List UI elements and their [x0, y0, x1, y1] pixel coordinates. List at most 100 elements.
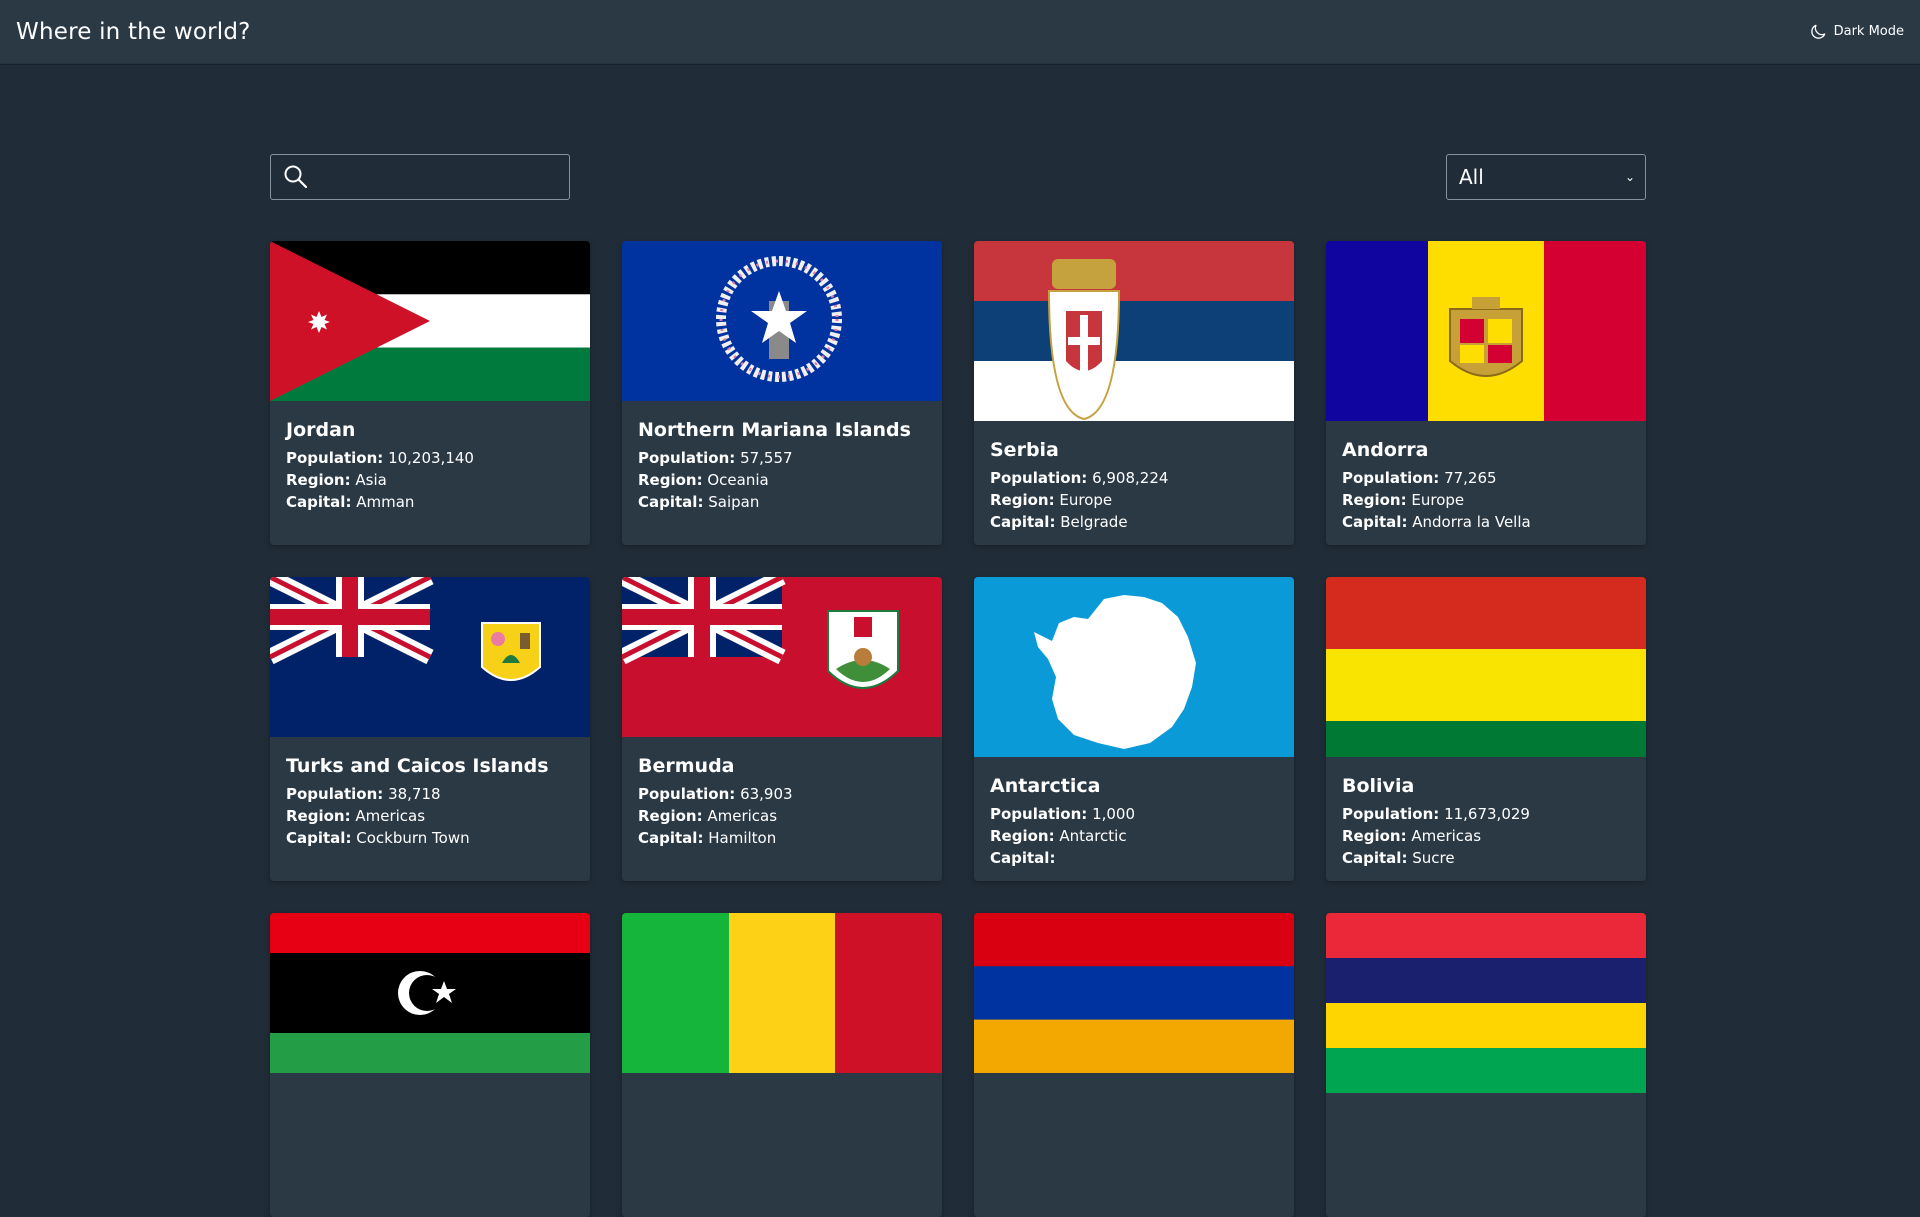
country-card[interactable]: [622, 913, 942, 1217]
capital-value: Saipan: [708, 493, 760, 511]
bolivia-flag-image: [1326, 577, 1646, 757]
capital-row: Capital: Saipan: [638, 491, 926, 513]
country-card[interactable]: Serbia Population: 6,908,224 Region: Eur…: [974, 241, 1294, 545]
population-value: 10,203,140: [388, 449, 474, 467]
top-bar: Where in the world? Dark Mode: [0, 0, 1920, 64]
capital-value: Cockburn Town: [356, 829, 470, 847]
app-title: Where in the world?: [16, 18, 251, 45]
population-row: Population: 11,673,029: [1342, 803, 1630, 825]
country-card[interactable]: [974, 913, 1294, 1217]
country-name: Bolivia: [1342, 775, 1415, 797]
region-row: Region: Antarctic: [990, 825, 1278, 847]
region-row: Region: Asia: [286, 469, 574, 491]
population-row: Population: 1,000: [990, 803, 1278, 825]
antarctica-flag-image: [974, 577, 1294, 757]
capital-label: Capital:: [286, 493, 352, 511]
region-label: Region:: [1342, 827, 1407, 845]
population-row: Population: 38,718: [286, 783, 574, 805]
moon-icon: [1810, 24, 1825, 39]
capital-row: Capital: Hamilton: [638, 827, 926, 849]
population-value: 38,718: [388, 785, 441, 803]
country-name: Serbia: [990, 439, 1059, 461]
capital-value: Hamilton: [708, 829, 777, 847]
mauritius-flag-image: [1326, 913, 1646, 1093]
population-value: 77,265: [1444, 469, 1497, 487]
mali-flag-image: [622, 913, 942, 1073]
jordan-flag-image: [270, 241, 590, 401]
country-card[interactable]: Northern Mariana Islands Population: 57,…: [622, 241, 942, 545]
region-label: Region:: [638, 471, 703, 489]
population-label: Population:: [1342, 805, 1440, 823]
region-row: Region: Europe: [990, 489, 1278, 511]
region-label: Region:: [1342, 491, 1407, 509]
capital-label: Capital:: [638, 829, 704, 847]
population-label: Population:: [1342, 469, 1440, 487]
capital-value: Amman: [356, 493, 415, 511]
capital-value: Sucre: [1412, 849, 1455, 867]
region-filter-select[interactable]: All ⌄: [1446, 154, 1646, 200]
northern-mariana-islands-flag-image: [622, 241, 942, 401]
population-row: Population: 77,265: [1342, 467, 1630, 489]
population-row: Population: 63,903: [638, 783, 926, 805]
region-label: Region:: [638, 807, 703, 825]
search-box[interactable]: [270, 154, 570, 200]
controls-bar: All ⌄: [270, 154, 1646, 200]
region-value: Oceania: [707, 471, 769, 489]
country-card[interactable]: [270, 913, 590, 1217]
region-label: Region:: [990, 491, 1055, 509]
region-row: Region: Americas: [1342, 825, 1630, 847]
capital-row: Capital: Sucre: [1342, 847, 1630, 869]
population-label: Population:: [990, 469, 1088, 487]
country-card[interactable]: Antarctica Population: 1,000 Region: Ant…: [974, 577, 1294, 881]
country-card[interactable]: Jordan Population: 10,203,140 Region: As…: [270, 241, 590, 545]
population-label: Population:: [286, 449, 384, 467]
serbia-flag-image: [974, 241, 1294, 421]
capital-row: Capital:: [990, 847, 1278, 869]
country-card[interactable]: Bermuda Population: 63,903 Region: Ameri…: [622, 577, 942, 881]
country-card[interactable]: Bolivia Population: 11,673,029 Region: A…: [1326, 577, 1646, 881]
turks-and-caicos-islands-flag-image: [270, 577, 590, 737]
population-label: Population:: [638, 449, 736, 467]
population-value: 6,908,224: [1092, 469, 1169, 487]
capital-label: Capital:: [638, 493, 704, 511]
dark-mode-label: Dark Mode: [1833, 24, 1904, 39]
country-card[interactable]: [1326, 913, 1646, 1217]
capital-row: Capital: Amman: [286, 491, 574, 513]
region-value: Americas: [355, 807, 426, 825]
bermuda-flag-image: [622, 577, 942, 737]
region-row: Region: Europe: [1342, 489, 1630, 511]
region-value: Asia: [355, 471, 387, 489]
region-label: Region:: [286, 471, 351, 489]
country-card[interactable]: Turks and Caicos Islands Population: 38,…: [270, 577, 590, 881]
libya-flag-image: [270, 913, 590, 1073]
country-name: Jordan: [286, 419, 356, 441]
population-row: Population: 6,908,224: [990, 467, 1278, 489]
population-value: 63,903: [740, 785, 793, 803]
search-input[interactable]: [317, 165, 557, 189]
region-row: Region: Oceania: [638, 469, 926, 491]
capital-label: Capital:: [990, 513, 1056, 531]
capital-row: Capital: Cockburn Town: [286, 827, 574, 849]
dark-mode-toggle[interactable]: Dark Mode: [1808, 22, 1904, 42]
country-card[interactable]: Andorra Population: 77,265 Region: Europ…: [1326, 241, 1646, 545]
country-name: Bermuda: [638, 755, 735, 777]
armenia-flag-image: [974, 913, 1294, 1073]
country-name: Northern Mariana Islands: [638, 419, 911, 441]
country-name: Turks and Caicos Islands: [286, 755, 549, 777]
region-value: Americas: [1411, 827, 1482, 845]
chevron-down-icon: ⌄: [1624, 170, 1635, 184]
population-value: 57,557: [740, 449, 793, 467]
region-value: Europe: [1411, 491, 1465, 509]
region-label: Region:: [286, 807, 351, 825]
population-label: Population:: [286, 785, 384, 803]
population-value: 1,000: [1092, 805, 1136, 823]
capital-label: Capital:: [990, 849, 1056, 867]
region-value: Americas: [707, 807, 778, 825]
population-row: Population: 57,557: [638, 447, 926, 469]
country-grid: Jordan Population: 10,203,140 Region: As…: [270, 241, 1646, 1217]
search-icon: [284, 165, 308, 189]
capital-label: Capital:: [286, 829, 352, 847]
capital-label: Capital:: [1342, 849, 1408, 867]
population-value: 11,673,029: [1444, 805, 1530, 823]
population-row: Population: 10,203,140: [286, 447, 574, 469]
